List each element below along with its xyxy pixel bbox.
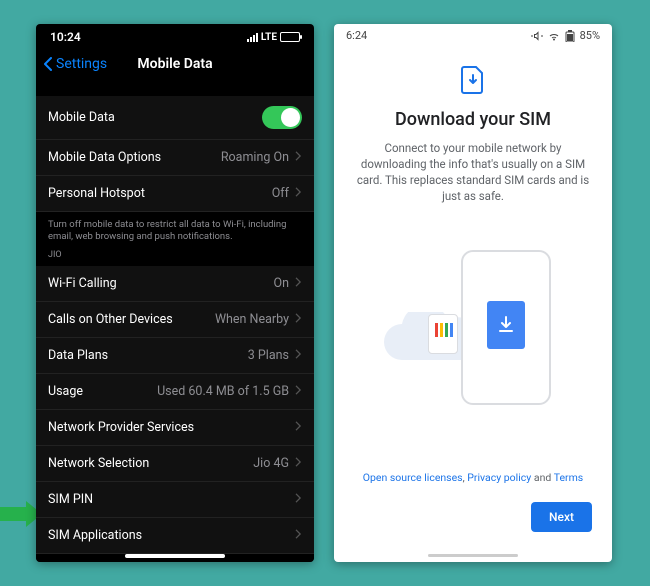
back-button[interactable]: Settings (36, 56, 107, 72)
home-indicator (428, 554, 518, 557)
ios-time: 10:24 (50, 30, 81, 44)
row-value: On (273, 276, 289, 291)
ios-navbar: Settings Mobile Data (36, 46, 314, 82)
battery-icon (565, 30, 575, 42)
row-sim-pin[interactable]: SIM PIN (36, 482, 314, 518)
section-footer: Turn off mobile data to restrict all dat… (36, 212, 314, 248)
legal-links: Open source licenses, Privacy policy and… (334, 471, 612, 484)
row-label: Data Plans (48, 348, 108, 363)
signal-icon (247, 33, 258, 42)
network-label: LTE (261, 32, 277, 43)
row-sim-applications[interactable]: SIM Applications (36, 518, 314, 554)
phone-outline-icon (461, 250, 551, 405)
row-network-selection[interactable]: Network Selection Jio 4G (36, 446, 314, 482)
sim-card-icon (428, 314, 458, 354)
row-label: Network Selection (48, 456, 149, 471)
row-label: Network Provider Services (48, 420, 194, 435)
next-button[interactable]: Next (531, 502, 592, 532)
chevron-right-icon (295, 150, 302, 165)
vibrate-icon (531, 30, 543, 42)
row-label: Calls on Other Devices (48, 312, 173, 327)
row-label: Mobile Data (48, 110, 115, 125)
chevron-right-icon (295, 276, 302, 291)
chevron-right-icon (295, 456, 302, 471)
chevron-left-icon (42, 57, 54, 71)
sim-download-icon (460, 65, 486, 99)
ios-status-bar: 10:24 LTE (36, 24, 314, 46)
chevron-right-icon (295, 348, 302, 363)
android-screenshot: 6:24 85% Download your SIM Connect to yo… (334, 24, 612, 562)
chevron-right-icon (295, 420, 302, 435)
settings-list: Mobile Data Mobile Data Options Roaming … (36, 82, 314, 562)
android-status-bar: 6:24 85% (334, 24, 612, 47)
chevron-right-icon (295, 384, 302, 399)
row-label: Mobile Data Options (48, 150, 161, 165)
chevron-right-icon (295, 186, 302, 201)
row-wifi-calling[interactable]: Wi-Fi Calling On (36, 266, 314, 302)
row-personal-hotspot[interactable]: Personal Hotspot Off (36, 176, 314, 212)
row-nps[interactable]: Network Provider Services (36, 410, 314, 446)
battery-icon (280, 32, 300, 42)
row-value: When Nearby (215, 312, 289, 327)
row-value: Jio 4G (253, 456, 289, 471)
row-calls-other[interactable]: Calls on Other Devices When Nearby (36, 302, 314, 338)
link-privacy[interactable]: Privacy policy (467, 471, 531, 484)
battery-percent: 85% (580, 29, 600, 42)
row-value: Used 60.4 MB of 1.5 GB (157, 384, 289, 399)
row-label: Wi-Fi Calling (48, 276, 117, 291)
chevron-right-icon (295, 492, 302, 507)
chevron-right-icon (295, 312, 302, 327)
download-card-icon (487, 301, 525, 349)
carrier-label: JIO (36, 248, 314, 266)
row-label: SIM Applications (48, 528, 142, 543)
link-terms[interactable]: Terms (554, 471, 584, 484)
home-indicator (125, 554, 225, 558)
ios-screenshot: 10:24 LTE Settings Mobile Data Mobile Da… (36, 24, 314, 562)
android-time: 6:24 (346, 29, 367, 42)
row-usage[interactable]: Usage Used 60.4 MB of 1.5 GB (36, 374, 314, 410)
row-value: 3 Plans (248, 348, 289, 363)
page-title: Download your SIM (350, 109, 596, 130)
row-value: Roaming On (221, 150, 289, 165)
link-open-source[interactable]: Open source licenses (363, 471, 463, 484)
row-label: SIM PIN (48, 492, 93, 507)
wifi-icon (548, 30, 560, 42)
back-label: Settings (56, 56, 107, 72)
page-body: Connect to your mobile network by downlo… (350, 140, 596, 204)
row-value: Off (272, 186, 289, 201)
toggle-on-icon[interactable] (262, 106, 302, 129)
illustration (350, 232, 596, 412)
row-data-plans[interactable]: Data Plans 3 Plans (36, 338, 314, 374)
row-label: Usage (48, 384, 83, 399)
row-label: Personal Hotspot (48, 186, 145, 201)
row-mobile-data[interactable]: Mobile Data (36, 96, 314, 140)
row-mobile-data-options[interactable]: Mobile Data Options Roaming On (36, 140, 314, 176)
chevron-right-icon (295, 528, 302, 543)
